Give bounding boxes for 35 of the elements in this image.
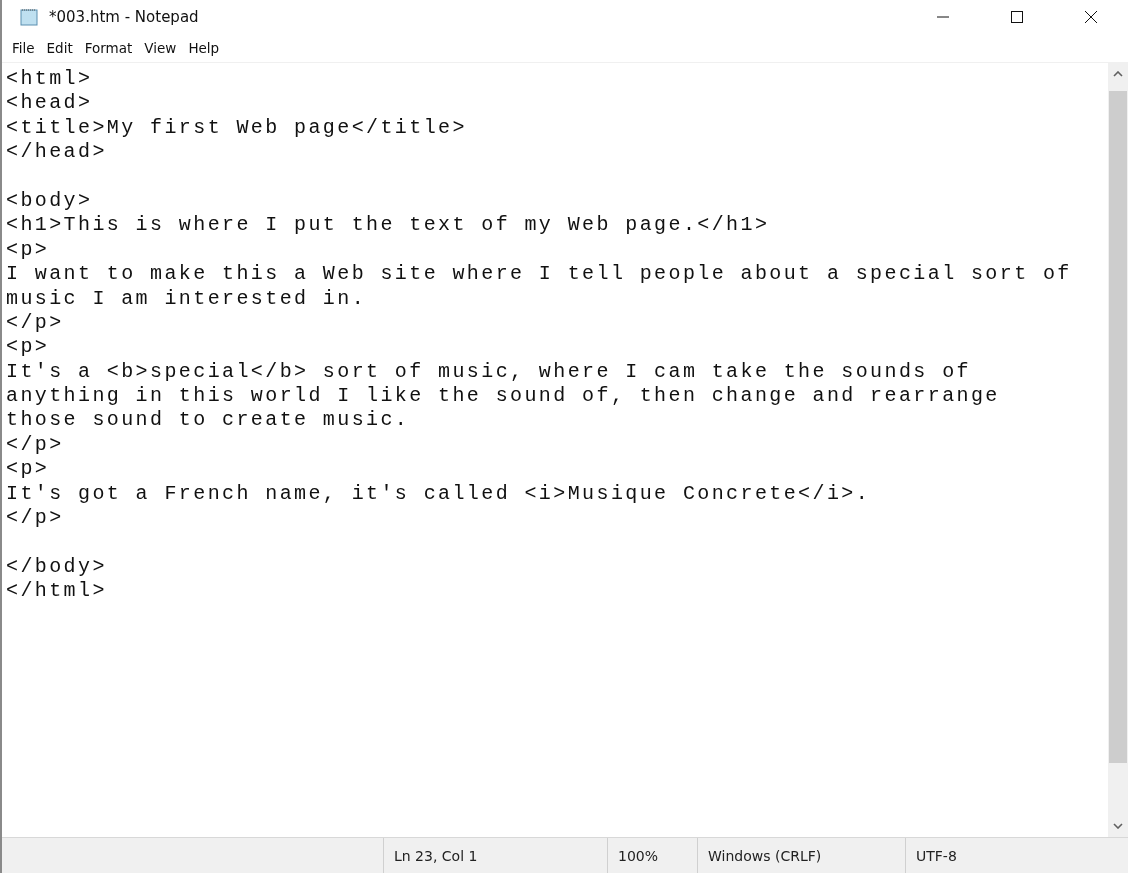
status-text: 100% xyxy=(618,847,659,864)
scrollbar[interactable] xyxy=(1108,63,1128,837)
status-text: Windows (CRLF) xyxy=(708,847,822,864)
code-line: </p> xyxy=(6,310,65,336)
close-icon xyxy=(1084,10,1098,24)
code-line: anything in this world I like the sound of, then change and rearrange xyxy=(6,384,1001,409)
code-line: It's got a French name, it's called <i>Musique Concrete</i>. xyxy=(6,481,872,507)
code-line: <body> xyxy=(6,188,94,214)
menu-item[interactable]: Edit xyxy=(40,38,79,58)
menu-item[interactable]: View xyxy=(138,38,183,58)
maximize-icon xyxy=(1010,10,1024,24)
menu-item[interactable]: Help xyxy=(182,38,226,58)
scrollbar-thumb[interactable] xyxy=(1109,91,1127,763)
code-line: </head> xyxy=(6,140,108,165)
code-line: <html> xyxy=(6,67,94,92)
code-line: It's a <b>special</b> sort of music, where I cam take the sounds of xyxy=(6,359,972,385)
window-title: *003.htm - Notepad xyxy=(49,8,200,26)
code-line: </p> xyxy=(6,432,65,458)
code-line: music I am interested in. xyxy=(6,286,368,311)
code-line: those sound to create music. xyxy=(6,408,411,433)
code-line: <head> xyxy=(6,91,94,116)
code-line: I want to make this a Web site where I tell people about a special sort of xyxy=(6,262,1073,287)
code-line: </html> xyxy=(6,579,108,604)
menu-item[interactable]: Format xyxy=(78,38,139,58)
code-line: <h1>This is where I put the text of my Web page.</h1> xyxy=(6,213,771,238)
status-text: Ln 23, Col 1 xyxy=(394,847,478,864)
code-line: <p> xyxy=(6,237,51,263)
notepad-icon xyxy=(20,8,40,26)
code-line: <title>My first Web page</title> xyxy=(6,115,468,141)
code-line: <p> xyxy=(6,457,51,482)
code-line: <p> xyxy=(6,335,51,360)
status-text: UTF-8 xyxy=(916,847,957,864)
code-line: </body> xyxy=(6,554,108,580)
menu-item[interactable]: File xyxy=(6,38,41,58)
code-line: </p> xyxy=(6,506,65,531)
